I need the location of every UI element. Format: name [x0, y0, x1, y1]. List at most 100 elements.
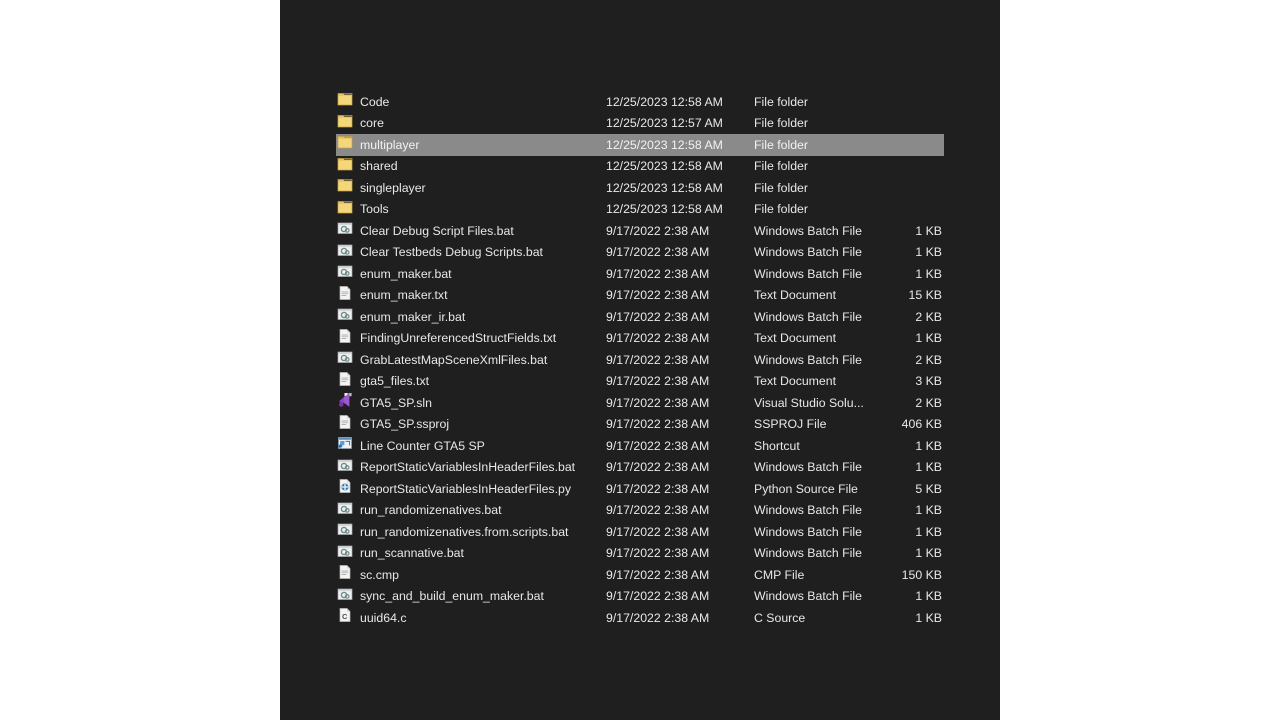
file-name-cell: ReportStaticVariablesInHeaderFiles.py: [360, 481, 571, 496]
file-name-cell: Code: [360, 94, 390, 109]
table-row[interactable]: shared 12/25/2023 12:58 AM File folder: [336, 156, 944, 178]
date-modified-cell: 12/25/2023 12:58 AM: [606, 202, 723, 217]
file-size-cell: 1 KB: [915, 503, 942, 518]
file-name-cell: sc.cmp: [360, 567, 399, 582]
file-name-cell: GTA5_SP.sln: [360, 395, 432, 410]
table-row[interactable]: ReportStaticVariablesInHeaderFiles.py 9/1…: [336, 478, 944, 500]
file-size-cell: 1 KB: [915, 223, 942, 238]
date-modified-cell: 9/17/2022 2:38 AM: [606, 503, 710, 518]
file-type-cell: C Source: [754, 610, 806, 625]
table-row[interactable]: GrabLatestMapSceneXmlFiles.bat 9/17/2022 …: [336, 349, 944, 371]
table-row[interactable]: singleplayer 12/25/2023 12:58 AM File fold…: [336, 177, 944, 199]
file-type-cell: Text Document: [754, 331, 837, 346]
date-modified-cell: 9/17/2022 2:38 AM: [606, 309, 710, 324]
batch-file-icon: [336, 586, 358, 608]
table-row[interactable]: enum_maker.txt 9/17/2022 2:38 AM Text Docu…: [336, 285, 944, 307]
file-size-cell: 3 KB: [915, 374, 942, 389]
table-row[interactable]: core 12/25/2023 12:57 AM File folder: [336, 113, 944, 135]
file-type-cell: Windows Batch File: [754, 589, 862, 604]
batch-file-icon: [336, 521, 358, 543]
date-modified-cell: 12/25/2023 12:58 AM: [606, 137, 723, 152]
file-name-cell: uuid64.c: [360, 610, 407, 625]
file-type-cell: Windows Batch File: [754, 309, 862, 324]
table-row[interactable]: ReportStaticVariablesInHeaderFiles.bat 9/…: [336, 457, 944, 479]
date-modified-cell: 12/25/2023 12:58 AM: [606, 159, 723, 174]
date-modified-cell: 9/17/2022 2:38 AM: [606, 438, 710, 453]
file-name-cell: enum_maker_ir.bat: [360, 309, 466, 324]
file-type-cell: File folder: [754, 159, 808, 174]
date-modified-cell: 9/17/2022 2:38 AM: [606, 546, 710, 561]
file-type-cell: File folder: [754, 137, 808, 152]
text-document-icon: [336, 371, 358, 393]
table-row[interactable]: Line Counter GTA5 SP 9/17/2022 2:38 AM Sho…: [336, 435, 944, 457]
table-row[interactable]: run_randomizenatives.bat 9/17/2022 2:38 A…: [336, 500, 944, 522]
file-type-cell: Python Source File: [754, 481, 858, 496]
file-type-cell: Windows Batch File: [754, 503, 862, 518]
table-row[interactable]: Cuuid64.c 9/17/2022 2:38 AM C Source 1 KB: [336, 607, 944, 629]
date-modified-cell: 9/17/2022 2:38 AM: [606, 610, 710, 625]
table-row[interactable]: Clear Testbeds Debug Scripts.bat 9/17/202…: [336, 242, 944, 264]
date-modified-cell: 9/17/2022 2:38 AM: [606, 417, 710, 432]
date-modified-cell: 9/17/2022 2:38 AM: [606, 352, 710, 367]
table-row[interactable]: enum_maker_ir.bat 9/17/2022 2:38 AM Window…: [336, 306, 944, 328]
file-size-cell: 1 KB: [915, 266, 942, 281]
file-type-cell: Text Document: [754, 374, 837, 389]
table-row[interactable]: Clear Debug Script Files.bat 9/17/2022 2:…: [336, 220, 944, 242]
generic-file-icon: [336, 564, 358, 586]
file-list[interactable]: Code 12/25/2023 12:58 AM File folder core 12…: [336, 91, 944, 629]
file-name-cell: run_randomizenatives.bat: [360, 503, 502, 518]
file-type-cell: SSPROJ File: [754, 417, 827, 432]
file-name-cell: sync_and_build_enum_maker.bat: [360, 589, 544, 604]
date-modified-cell: 12/25/2023 12:58 AM: [606, 94, 723, 109]
file-name-cell: Clear Testbeds Debug Scripts.bat: [360, 245, 543, 260]
file-name-cell: FindingUnreferencedStructFields.txt: [360, 331, 557, 346]
file-size-cell: 406 KB: [901, 417, 942, 432]
file-size-cell: 2 KB: [915, 309, 942, 324]
file-size-cell: 1 KB: [915, 245, 942, 260]
table-row[interactable]: Tools 12/25/2023 12:58 AM File folder: [336, 199, 944, 221]
file-type-cell: Shortcut: [754, 438, 800, 453]
batch-file-icon: [336, 263, 358, 285]
date-modified-cell: 9/17/2022 2:38 AM: [606, 481, 710, 496]
file-name-cell: GTA5_SP.ssproj: [360, 417, 450, 432]
file-type-cell: File folder: [754, 202, 808, 217]
file-name-cell: GrabLatestMapSceneXmlFiles.bat: [360, 352, 548, 367]
file-size-cell: 1 KB: [915, 610, 942, 625]
file-name-cell: Clear Debug Script Files.bat: [360, 223, 514, 238]
table-row[interactable]: multiplayer 12/25/2023 12:58 AM File folde…: [336, 134, 944, 156]
file-type-cell: CMP File: [754, 567, 805, 582]
batch-file-icon: [336, 457, 358, 479]
date-modified-cell: 9/17/2022 2:38 AM: [606, 245, 710, 260]
file-explorer-panel: Code 12/25/2023 12:58 AM File folder core 12…: [280, 0, 1000, 720]
table-row[interactable]: run_randomizenatives.from.scripts.bat 9/1…: [336, 521, 944, 543]
file-type-cell: File folder: [754, 94, 808, 109]
file-name-cell: Line Counter GTA5 SP: [360, 438, 485, 453]
date-modified-cell: 12/25/2023 12:57 AM: [606, 116, 723, 131]
screen: Code 12/25/2023 12:58 AM File folder core 12…: [0, 0, 1280, 720]
table-row[interactable]: GTA5_SP.ssproj 9/17/2022 2:38 AM SSPROJ Fi…: [336, 414, 944, 436]
date-modified-cell: 9/17/2022 2:38 AM: [606, 460, 710, 475]
file-size-cell: 1 KB: [915, 460, 942, 475]
date-modified-cell: 9/17/2022 2:38 AM: [606, 567, 710, 582]
c-source-file-icon: C: [336, 607, 358, 629]
table-row[interactable]: enum_maker.bat 9/17/2022 2:38 AM Windows B…: [336, 263, 944, 285]
batch-file-icon: [336, 543, 358, 565]
table-row[interactable]: FindingUnreferencedStructFields.txt 9/17/…: [336, 328, 944, 350]
shortcut-icon: [336, 435, 358, 457]
table-row[interactable]: Code 12/25/2023 12:58 AM File folder: [336, 91, 944, 113]
file-name-cell: core: [360, 116, 384, 131]
table-row[interactable]: GTA5_SP.sln 9/17/2022 2:38 AM Visual Studi…: [336, 392, 944, 414]
table-row[interactable]: gta5_files.txt 9/17/2022 2:38 AM Text Docu…: [336, 371, 944, 393]
file-name-cell: enum_maker.bat: [360, 266, 452, 281]
svg-text:C: C: [342, 612, 348, 621]
table-row[interactable]: sync_and_build_enum_maker.bat 9/17/2022 2…: [336, 586, 944, 608]
date-modified-cell: 9/17/2022 2:38 AM: [606, 524, 710, 539]
file-type-cell: Windows Batch File: [754, 266, 862, 281]
visual-studio-solution-icon: [336, 392, 358, 414]
file-name-cell: run_randomizenatives.from.scripts.bat: [360, 524, 569, 539]
table-row[interactable]: sc.cmp 9/17/2022 2:38 AM CMP File 150 KB: [336, 564, 944, 586]
table-row[interactable]: run_scannative.bat 9/17/2022 2:38 AM Windo…: [336, 543, 944, 565]
date-modified-cell: 9/17/2022 2:38 AM: [606, 589, 710, 604]
file-name-cell: run_scannative.bat: [360, 546, 464, 561]
file-size-cell: 2 KB: [915, 395, 942, 410]
